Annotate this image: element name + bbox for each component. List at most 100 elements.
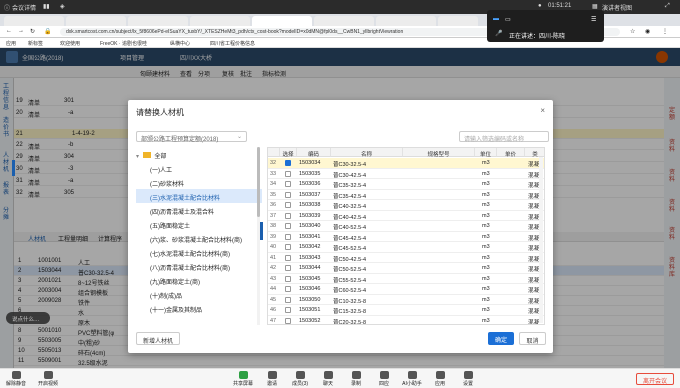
select-checkbox[interactable] [285, 307, 291, 313]
members-button[interactable]: 成员(3) [286, 371, 314, 387]
tree-node[interactable]: (二)砂浆材料 [136, 175, 262, 189]
tree-node[interactable]: (五)路面稳定土 [136, 217, 262, 231]
tree-node[interactable]: (九)路面稳定土(商) [136, 273, 262, 287]
record-button[interactable]: 录制 [342, 371, 370, 387]
tree-node[interactable]: (六)浆、砂浆混凝土配合比材料(商) [136, 231, 262, 245]
camera-icon [43, 371, 53, 379]
tree-node[interactable]: (八)沥青混凝土配合比材料(商) [136, 259, 262, 273]
table-row[interactable]: 39 1503041 普C45-42.5-4 m3 混凝 [268, 232, 544, 242]
star-icon[interactable]: ☆ [630, 28, 635, 35]
confirm-button[interactable]: 确定 [488, 332, 514, 345]
reload-icon[interactable]: ↻ [30, 28, 35, 35]
leave-meeting-button[interactable]: 离开会议 [636, 373, 674, 385]
select-checkbox[interactable] [285, 265, 291, 271]
close-icon[interactable]: × [540, 106, 545, 115]
bookmark-sichuan-price[interactable]: 四川省工程价格信息 [210, 40, 255, 47]
table-row[interactable]: 46 1503051 普C15-32.5-8 m3 混凝 [268, 305, 544, 316]
select-checkbox[interactable] [285, 317, 291, 324]
bookmark-new-tab[interactable]: 新标签 [28, 40, 43, 47]
unmute-button[interactable]: 解除静音 [2, 371, 30, 387]
browser-tab[interactable] [4, 16, 64, 26]
select-checkbox[interactable] [285, 202, 291, 208]
select-checkbox[interactable] [285, 233, 291, 240]
browser-tab-active[interactable] [252, 16, 312, 26]
menu-icon[interactable]: ⋮ [662, 28, 668, 35]
column-header: 规格型号 [403, 148, 475, 158]
table-row[interactable]: 44 1503046 普C60-52.5-4 m3 混凝 [268, 284, 544, 295]
select-checkbox[interactable] [285, 254, 291, 261]
select-checkbox[interactable] [285, 170, 291, 177]
tree-node[interactable]: (十)制(成)品 [136, 287, 262, 301]
browser-tab[interactable] [314, 16, 374, 26]
tree-node[interactable]: (一)人工 [136, 161, 262, 175]
reactions-button[interactable]: 四应 [370, 371, 398, 387]
bookmark-apps[interactable]: 应用 [6, 40, 16, 47]
select-checkbox[interactable] [285, 191, 291, 198]
splitter-handle[interactable] [260, 222, 263, 240]
view-mode-button[interactable]: 演讲者视图 [602, 3, 632, 12]
presenter-window[interactable]: ▬ ▭ ☰ 🎤 正在讲述：四川-陈晓 [487, 10, 604, 42]
select-checkbox[interactable] [285, 223, 291, 229]
grid-scrollbar[interactable] [539, 157, 543, 323]
select-checkbox[interactable] [285, 286, 291, 292]
forward-icon[interactable]: → [18, 28, 24, 34]
select-checkbox[interactable] [285, 244, 291, 250]
browser-tab[interactable] [376, 16, 436, 26]
table-row[interactable]: 33 1503035 普C30-42.5-4 m3 混凝 [268, 169, 544, 179]
table-row[interactable]: 42 1503044 普C50-52.5-4 m3 混凝 [268, 263, 544, 274]
bookmark-freeok[interactable]: FreeOK · 追剧也很哇 [100, 40, 147, 47]
tree-node[interactable]: (十一)金属及其制品 [136, 301, 262, 315]
table-row[interactable]: 43 1503045 普C55-52.5-4 m3 混凝 [268, 274, 544, 284]
table-row[interactable]: 36 1503038 普C40-32.5-4 m3 混凝 [268, 200, 544, 211]
share-screen-button[interactable]: 共享屏幕 [229, 371, 257, 387]
chat-input-bubble[interactable]: 说点什么… [6, 312, 50, 324]
profile-icon[interactable]: ◉ [645, 28, 650, 35]
select-checkbox[interactable] [285, 160, 291, 166]
meeting-details-link[interactable]: 会议详情 [12, 3, 36, 12]
table-row[interactable]: 47 1503052 普C20-32.5-8 m3 混凝 [268, 316, 544, 324]
table-row[interactable]: 34 1503036 普C35-32.5-4 m3 混凝 [268, 179, 544, 190]
caret-down-icon[interactable]: ▾ [136, 154, 139, 160]
table-row[interactable]: 35 1503037 普C35-42.5-4 m3 混凝 [268, 190, 544, 200]
browser-tab[interactable] [190, 16, 250, 26]
table-row[interactable]: 41 1503043 普C50-42.5-4 m3 混凝 [268, 253, 544, 263]
browser-tab[interactable] [438, 16, 478, 26]
tree-node[interactable]: (四)沥青混凝土及混合料 [136, 203, 262, 217]
select-checkbox[interactable] [285, 296, 291, 303]
window-icon[interactable]: ▭ [505, 16, 511, 23]
browser-tab[interactable] [128, 16, 188, 26]
bookmark-zongheng[interactable]: 纵横中心 [170, 40, 190, 47]
start-video-button[interactable]: 开启视频 [34, 371, 62, 387]
apps-button[interactable]: 应用 [426, 371, 454, 387]
add-material-button[interactable]: 新增人材机 [136, 332, 180, 345]
meeting-info-icon[interactable]: ⓘ [4, 3, 10, 12]
collapse-handle[interactable] [12, 160, 15, 176]
ai-assistant-button[interactable]: AI小助手 [398, 371, 426, 387]
settings-button[interactable]: 设置 [454, 371, 482, 387]
table-row[interactable]: 37 1503039 普C40-42.5-4 m3 混凝 [268, 211, 544, 221]
select-checkbox[interactable] [285, 275, 291, 282]
tree-node[interactable]: (七)水泥混凝土配合比材料(商) [136, 245, 262, 259]
layout-icon[interactable]: ☰ [591, 16, 596, 23]
bookmark-welcome[interactable]: 欢迎使用 [60, 40, 80, 47]
quota-library-select[interactable]: 部颁公路工程预算定额(2018) ⌄ [136, 131, 247, 143]
tree-node-selected[interactable]: (三)水泥混凝土配合比材料 [136, 189, 262, 203]
table-row[interactable]: 40 1503042 普C45-52.5-4 m3 混凝 [268, 242, 544, 253]
back-icon[interactable]: ← [6, 28, 12, 34]
cell-type: 混凝 [528, 193, 540, 200]
fullscreen-icon[interactable]: ⤢ [665, 3, 670, 10]
table-row[interactable]: 32 1503034 普C30-32.5-4 m3 混凝 [268, 158, 544, 169]
cancel-button[interactable]: 取消 [519, 332, 546, 345]
cell-code: 1503034 [299, 160, 321, 166]
select-checkbox[interactable] [285, 212, 291, 219]
browser-tab[interactable] [66, 16, 126, 26]
table-row[interactable]: 38 1503040 普C40-52.5-4 m3 混凝 [268, 221, 544, 232]
select-checkbox[interactable] [285, 181, 291, 187]
tree-scrollbar-thumb[interactable] [257, 147, 260, 217]
search-input[interactable]: 请输入筛选编码或名称 [459, 131, 549, 143]
chat-button[interactable]: 聊天 [314, 371, 342, 387]
tree-node-all[interactable]: ▾ 全部 [136, 147, 262, 161]
table-row[interactable]: 45 1503050 普C10-32.5-8 m3 混凝 [268, 295, 544, 305]
invite-button[interactable]: 邀请 [258, 371, 286, 387]
minimize-icon[interactable]: ▬ [493, 16, 499, 22]
